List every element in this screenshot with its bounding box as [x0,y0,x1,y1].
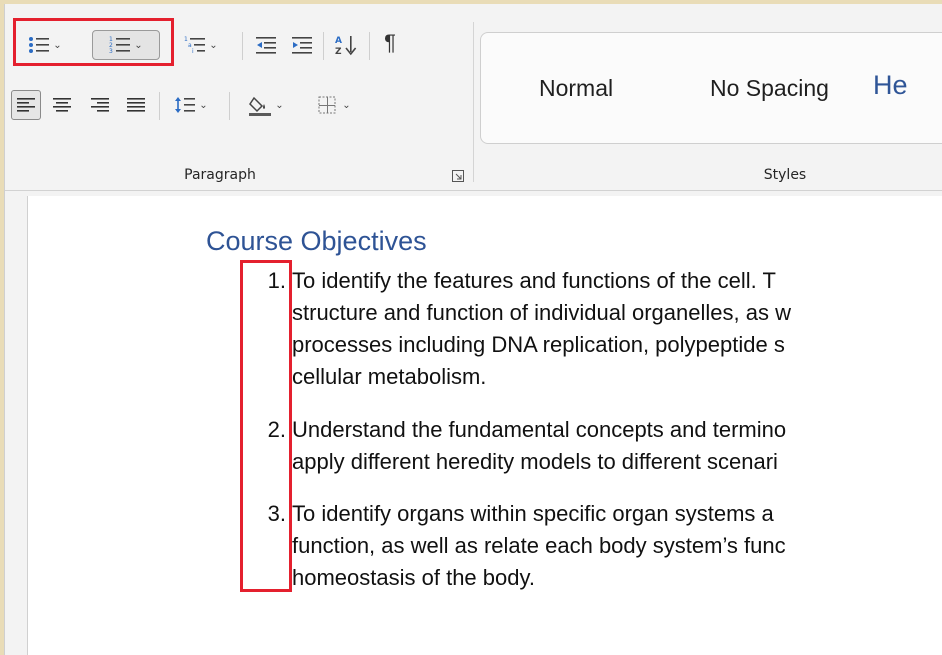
svg-text:A: A [335,36,342,46]
separator [323,32,324,60]
ribbon: ⌄ 1 2 3 ⌄ 1 a i ⌄ A Z ¶ ⌄ ⌄ ⌄ Paragraph … [5,4,942,191]
document-area: Course Objectives 1. To identify the fea… [5,191,942,655]
paragraph-dialog-launcher-icon[interactable] [452,170,464,182]
increase-indent-icon [292,37,312,54]
styles-group-label: Styles [763,167,807,183]
list-item-line: Understand the fundamental concepts and … [292,417,787,442]
list-item-line: processes including DNA replication, pol… [292,332,785,357]
chevron-down-icon[interactable]: ⌄ [275,100,283,111]
separator [369,32,370,60]
style-no-spacing[interactable]: No Spacing [710,75,829,102]
decrease-indent-button[interactable] [251,31,281,59]
list-item-line: cellular metabolism. [292,364,487,389]
shading-button[interactable]: ⌄ [237,91,295,119]
increase-indent-button[interactable] [287,31,317,59]
chevron-down-icon[interactable]: ⌄ [53,40,61,51]
svg-text:3: 3 [109,48,113,55]
borders-button[interactable]: ⌄ [305,91,363,119]
align-right-icon [91,98,109,112]
chevron-down-icon[interactable]: ⌄ [209,40,217,51]
group-separator [473,22,474,182]
svg-text:Z: Z [335,47,342,56]
chevron-down-icon[interactable]: ⌄ [134,40,142,51]
numbering-button[interactable]: 1 2 3 ⌄ [92,30,160,60]
sort-button[interactable]: A Z [330,31,364,59]
center-button[interactable] [47,91,77,119]
justify-icon [127,98,145,112]
line-spacing-icon [175,97,196,113]
align-left-button[interactable] [11,90,41,120]
list-item-line: structure and function of individual org… [292,300,791,325]
separator [159,92,160,120]
style-heading[interactable]: He [873,70,908,101]
style-normal[interactable]: Normal [539,75,613,102]
list-number: 1. [267,268,286,293]
align-left-icon [17,98,35,112]
chevron-down-icon[interactable]: ⌄ [342,100,350,111]
chevron-down-icon[interactable]: ⌄ [199,100,207,111]
bullet-list-icon [29,37,50,53]
list-item-line: homeostasis of the body. [292,565,535,590]
separator [242,32,243,60]
line-spacing-button[interactable]: ⌄ [165,91,217,119]
bullets-button[interactable]: ⌄ [15,31,75,59]
align-center-icon [53,98,71,112]
list-item-line: To identify the features and functions o… [292,268,776,293]
styles-gallery: Normal No Spacing He [480,32,942,144]
align-right-button[interactable] [85,91,115,119]
shading-icon [249,96,272,116]
multilevel-list-button[interactable]: 1 a i ⌄ [172,31,230,59]
pilcrow-icon: ¶ [384,30,396,55]
multilevel-list-icon: 1 a i [184,36,206,55]
show-marks-button[interactable]: ¶ [375,29,405,57]
word-window: ⌄ 1 2 3 ⌄ 1 a i ⌄ A Z ¶ ⌄ ⌄ ⌄ Paragraph … [4,4,942,655]
sort-icon: A Z [335,36,357,56]
decrease-indent-icon [256,37,276,54]
list-number: 2. [267,417,286,442]
justify-button[interactable] [121,91,151,119]
document-heading: Course Objectives [206,226,427,256]
svg-text:i: i [192,48,194,55]
borders-icon [318,96,336,114]
paragraph-group-label: Paragraph [184,167,256,183]
separator [229,92,230,120]
document-page: Course Objectives 1. To identify the fea… [27,196,942,655]
list-item-line: function, as well as relate each body sy… [292,533,786,558]
numbered-list-icon: 1 2 3 [109,36,131,55]
list-item-line: To identify organs within specific organ… [292,501,774,526]
list-number: 3. [267,501,286,526]
list-item-line: apply different heredity models to diffe… [292,449,778,474]
